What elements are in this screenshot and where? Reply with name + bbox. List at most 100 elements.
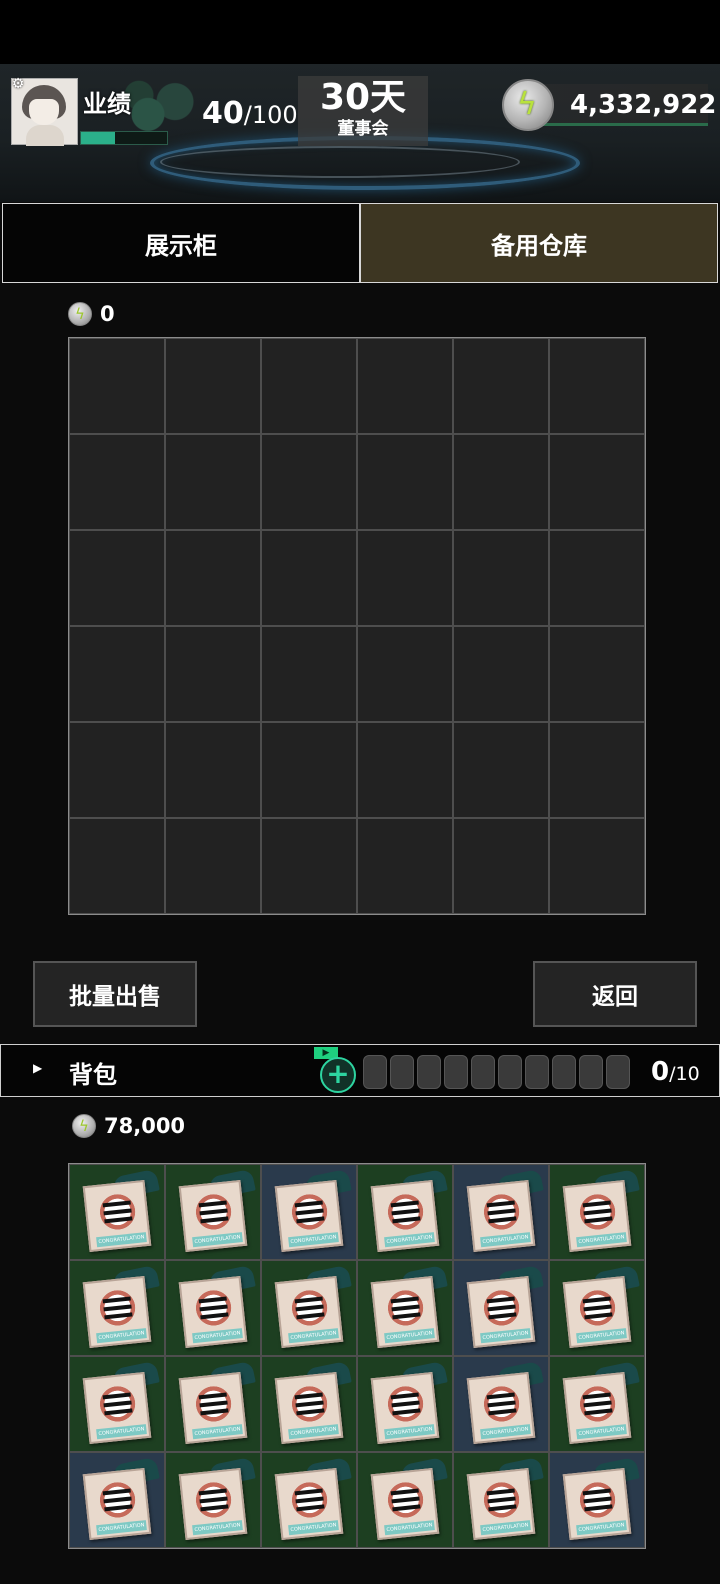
storage-slot[interactable] [357,434,453,530]
tab-storage[interactable]: 备用仓库 [360,203,718,283]
item-ribbon-text: CONGRATULATION [576,1232,627,1248]
storage-slot[interactable] [69,338,165,434]
storage-slot[interactable] [357,338,453,434]
slot-count-current: 0 [651,1057,670,1087]
storage-slot[interactable] [165,818,261,914]
storage-slot[interactable] [261,530,357,626]
backpack-item-slot[interactable]: CONGRATULATION [453,1260,549,1356]
storage-slot[interactable] [165,722,261,818]
storage-slot[interactable] [453,722,549,818]
backpack-item-slot[interactable]: CONGRATULATION [165,1164,261,1260]
storage-slot[interactable] [549,626,645,722]
storage-slot[interactable] [453,434,549,530]
storage-slot[interactable] [453,818,549,914]
item-ribbon-text: CONGRATULATION [288,1520,339,1536]
backpack-item-slot[interactable]: CONGRATULATION [453,1452,549,1548]
backpack-item-slot[interactable]: CONGRATULATION [69,1164,165,1260]
storage-slot[interactable] [69,722,165,818]
storage-slot[interactable] [261,818,357,914]
storage-slot[interactable] [165,338,261,434]
storage-slot[interactable] [357,818,453,914]
storage-slot[interactable] [165,530,261,626]
storage-slot[interactable] [69,626,165,722]
storage-grid [68,337,646,915]
backpack-item-slot[interactable]: CONGRATULATION [165,1356,261,1452]
lightning-coin-icon: ϟ [72,1114,96,1138]
storage-slot[interactable] [549,722,645,818]
plus-icon: + [326,1057,350,1090]
storage-slot[interactable] [357,626,453,722]
backpack-item-slot[interactable]: CONGRATULATION [357,1164,453,1260]
storage-slot[interactable] [453,338,549,434]
backpack-item-slot[interactable]: CONGRATULATION [453,1356,549,1452]
congratulation-card-icon: CONGRATULATION [274,1360,352,1445]
backpack-item-slot[interactable]: CONGRATULATION [357,1356,453,1452]
backpack-item-slot[interactable]: CONGRATULATION [69,1452,165,1548]
storage-total-value: 0 [100,302,115,326]
storage-slot[interactable] [165,434,261,530]
backpack-item-slot[interactable]: CONGRATULATION [261,1260,357,1356]
item-ribbon-text: CONGRATULATION [576,1520,627,1536]
storage-slot[interactable] [261,626,357,722]
congratulation-card-icon: CONGRATULATION [466,1168,544,1253]
storage-slot[interactable] [261,722,357,818]
backpack-item-slot[interactable]: CONGRATULATION [549,1356,645,1452]
triangle-right-icon[interactable]: ▶ [33,1061,42,1075]
empty-slot-indicator [525,1055,549,1089]
days-label: 董事会 [337,119,389,139]
congratulation-card-icon: CONGRATULATION [466,1264,544,1349]
congratulation-card-icon: CONGRATULATION [466,1456,544,1541]
header: ⚙ 业绩 40/100 30天 董事会 ϟ 4,332,922 [0,64,720,202]
backpack-item-slot[interactable]: CONGRATULATION [549,1452,645,1548]
storage-slot[interactable] [549,434,645,530]
backpack-title: 背包 [69,1061,117,1089]
backpack-item-slot[interactable]: CONGRATULATION [453,1164,549,1260]
storage-slot[interactable] [261,434,357,530]
gear-icon[interactable]: ⚙ [10,76,26,92]
days-remaining-box: 30天 董事会 [298,76,428,146]
backpack-item-slot[interactable]: CONGRATULATION [357,1452,453,1548]
item-ribbon-text: CONGRATULATION [96,1232,147,1248]
storage-slot[interactable] [453,530,549,626]
storage-slot[interactable] [549,338,645,434]
backpack-item-slot[interactable]: CONGRATULATION [549,1260,645,1356]
item-ribbon-text: CONGRATULATION [576,1424,627,1440]
backpack-item-slot[interactable]: CONGRATULATION [357,1260,453,1356]
backpack-bar[interactable]: ▶ 背包 ▶ + 0/10 [0,1044,720,1097]
storage-slot[interactable] [453,626,549,722]
days-value: 30天 [319,77,407,118]
storage-slot[interactable] [549,818,645,914]
storage-slot[interactable] [69,818,165,914]
backpack-item-slot[interactable]: CONGRATULATION [549,1164,645,1260]
storage-slot[interactable] [69,530,165,626]
item-ribbon-text: CONGRATULATION [192,1232,243,1248]
status-bar [0,0,720,64]
backpack-item-slot[interactable]: CONGRATULATION [165,1452,261,1548]
tab-showcase[interactable]: 展示柜 [2,203,360,283]
backpack-item-slot[interactable]: CONGRATULATION [69,1356,165,1452]
performance-count: 40/100 [202,96,298,131]
backpack-item-slot[interactable]: CONGRATULATION [261,1452,357,1548]
backpack-value-row: ϟ 78,000 [72,1112,185,1140]
item-ribbon-text: CONGRATULATION [192,1424,243,1440]
backpack-item-slot[interactable]: CONGRATULATION [165,1260,261,1356]
storage-slot[interactable] [357,530,453,626]
storage-slot[interactable] [549,530,645,626]
bulk-sell-button[interactable]: 批量出售 [33,961,197,1027]
backpack-item-slot[interactable]: CONGRATULATION [69,1260,165,1356]
add-slot-button[interactable]: + [320,1057,356,1093]
backpack-item-slot[interactable]: CONGRATULATION [261,1164,357,1260]
stage-ring-inner-decoration [160,146,520,178]
congratulation-card-icon: CONGRATULATION [274,1168,352,1253]
congratulation-card-icon: CONGRATULATION [178,1456,256,1541]
item-ribbon-text: CONGRATULATION [384,1424,435,1440]
storage-slot[interactable] [357,722,453,818]
item-ribbon-text: CONGRATULATION [288,1232,339,1248]
empty-slot-indicator [498,1055,522,1089]
back-button[interactable]: 返回 [533,961,697,1027]
storage-slot[interactable] [69,434,165,530]
congratulation-card-icon: CONGRATULATION [370,1360,448,1445]
backpack-item-slot[interactable]: CONGRATULATION [261,1356,357,1452]
storage-slot[interactable] [261,338,357,434]
storage-slot[interactable] [165,626,261,722]
